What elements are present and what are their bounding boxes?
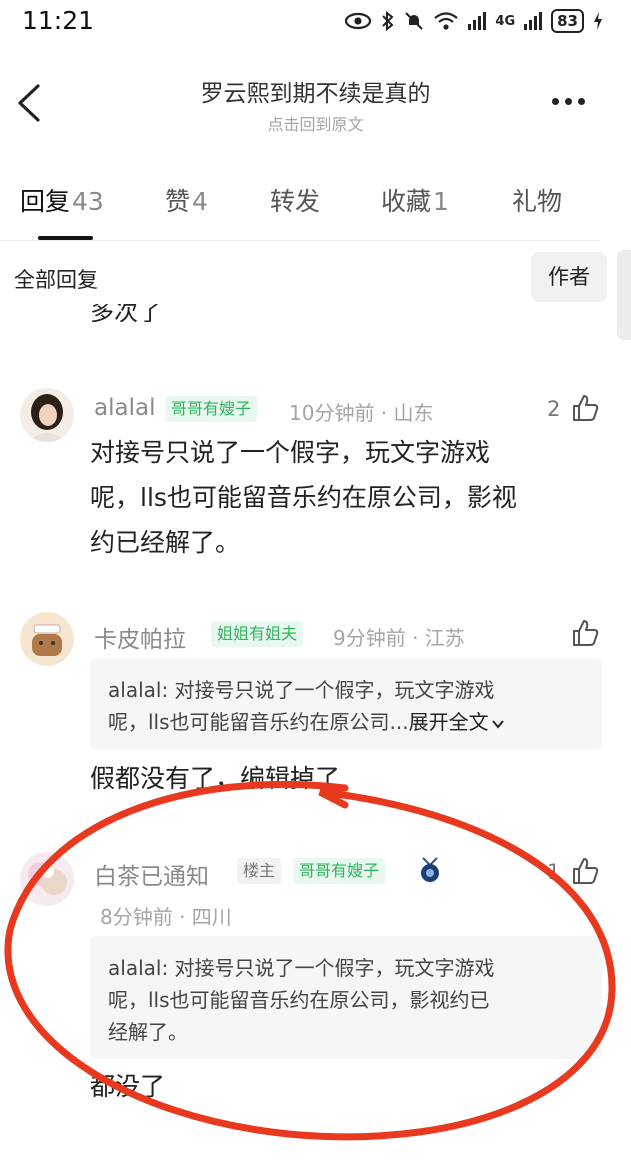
red-annotation-circle [4,780,616,1141]
